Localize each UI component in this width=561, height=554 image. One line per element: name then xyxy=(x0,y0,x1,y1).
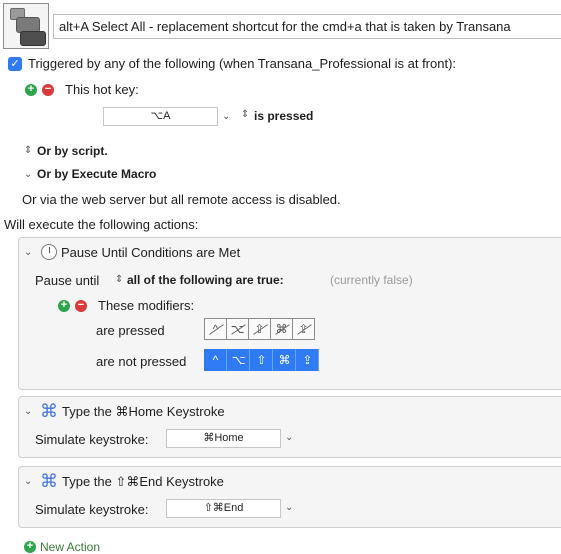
keystroke-field[interactable]: ⇧⌘End xyxy=(166,499,281,518)
chevron-down-icon[interactable]: ⌄ xyxy=(285,502,293,513)
command-key-toggle[interactable]: ⌘ xyxy=(270,318,293,340)
pause-until-label: Pause until xyxy=(35,273,100,288)
macro-name-field[interactable]: alt+A Select All - replacement shortcut … xyxy=(53,14,561,39)
control-key-toggle[interactable]: ^ xyxy=(204,349,227,371)
remove-trigger-icon[interactable]: − xyxy=(42,84,54,96)
not-pressed-modifiers[interactable]: ^ ⌥ ⇧ ⌘ ⇪ xyxy=(204,349,319,371)
web-server-note: Or via the web server but all remote acc… xyxy=(22,192,341,207)
type-action-title: Type the ⇧⌘End Keystroke xyxy=(62,474,224,489)
clock-icon xyxy=(41,244,57,260)
condition-status: (currently false) xyxy=(330,273,413,287)
collapse-chevron-icon[interactable]: ⌄ xyxy=(24,476,32,487)
by-execute-macro-option[interactable]: Or by Execute Macro xyxy=(37,167,156,181)
command-icon: ⌘ xyxy=(40,471,58,491)
hotkey-label: This hot key: xyxy=(65,82,139,97)
type-action-title: Type the ⌘Home Keystroke xyxy=(62,404,225,419)
updown-chevron-icon[interactable]: ⇕ xyxy=(24,145,32,156)
option-key-toggle[interactable]: ⌥ xyxy=(227,349,250,371)
condition-select[interactable]: all of the following are true: xyxy=(127,273,284,287)
updown-chevron-icon[interactable]: ⇕ xyxy=(115,274,123,285)
hotkey-condition-select[interactable]: is pressed xyxy=(254,109,313,123)
pause-action-box[interactable]: ⌄ Pause Until Conditions are Met Pause u… xyxy=(18,237,561,390)
key-icon xyxy=(20,31,46,46)
modifiers-label: These modifiers: xyxy=(98,298,195,313)
keystroke-field[interactable]: ⌘Home xyxy=(166,429,281,448)
trigger-checkbox[interactable]: ✓ xyxy=(8,57,22,71)
pause-action-title: Pause Until Conditions are Met xyxy=(61,245,241,260)
trigger-label: Triggered by any of the following (when … xyxy=(28,56,457,71)
command-key-toggle[interactable]: ⌘ xyxy=(273,349,296,371)
add-condition-icon[interactable]: + xyxy=(58,300,70,312)
chevron-down-icon[interactable]: ⌄ xyxy=(285,432,293,443)
capslock-key-toggle[interactable]: ⇪ xyxy=(292,318,315,340)
updown-chevron-icon[interactable]: ⇕ xyxy=(241,109,249,120)
shift-key-toggle[interactable]: ⇧ xyxy=(250,349,273,371)
pressed-label: are pressed xyxy=(96,323,165,338)
option-key-toggle[interactable]: ⌥ xyxy=(226,318,249,340)
macro-icon[interactable] xyxy=(3,3,49,49)
control-key-toggle[interactable]: ^ xyxy=(204,318,227,340)
collapse-chevron-icon[interactable]: ⌄ xyxy=(24,247,32,258)
type-keystroke-action-box[interactable]: ⌄ ⌘ Type the ⌘Home Keystroke Simulate ke… xyxy=(18,396,561,458)
not-pressed-label: are not pressed xyxy=(96,354,187,369)
type-keystroke-action-box[interactable]: ⌄ ⌘ Type the ⇧⌘End Keystroke Simulate ke… xyxy=(18,466,561,528)
new-action-button[interactable]: New Action xyxy=(40,540,100,554)
collapse-chevron-icon[interactable]: ⌄ xyxy=(24,406,32,417)
chevron-down-icon[interactable]: ⌄ xyxy=(24,169,32,180)
simulate-keystroke-label: Simulate keystroke: xyxy=(35,502,149,517)
shift-key-toggle[interactable]: ⇧ xyxy=(248,318,271,340)
remove-condition-icon[interactable]: − xyxy=(75,300,87,312)
hotkey-field[interactable]: ⌥A xyxy=(103,107,218,126)
by-script-option[interactable]: Or by script. xyxy=(37,144,108,158)
add-trigger-icon[interactable]: + xyxy=(25,84,37,96)
command-icon: ⌘ xyxy=(40,401,58,421)
chevron-down-icon[interactable]: ⌄ xyxy=(222,111,230,122)
add-action-icon[interactable]: + xyxy=(24,541,36,553)
pressed-modifiers[interactable]: ^ ⌥ ⇧ ⌘ ⇪ xyxy=(204,318,315,340)
actions-heading: Will execute the following actions: xyxy=(4,217,199,232)
capslock-key-toggle[interactable]: ⇪ xyxy=(296,349,319,371)
simulate-keystroke-label: Simulate keystroke: xyxy=(35,432,149,447)
